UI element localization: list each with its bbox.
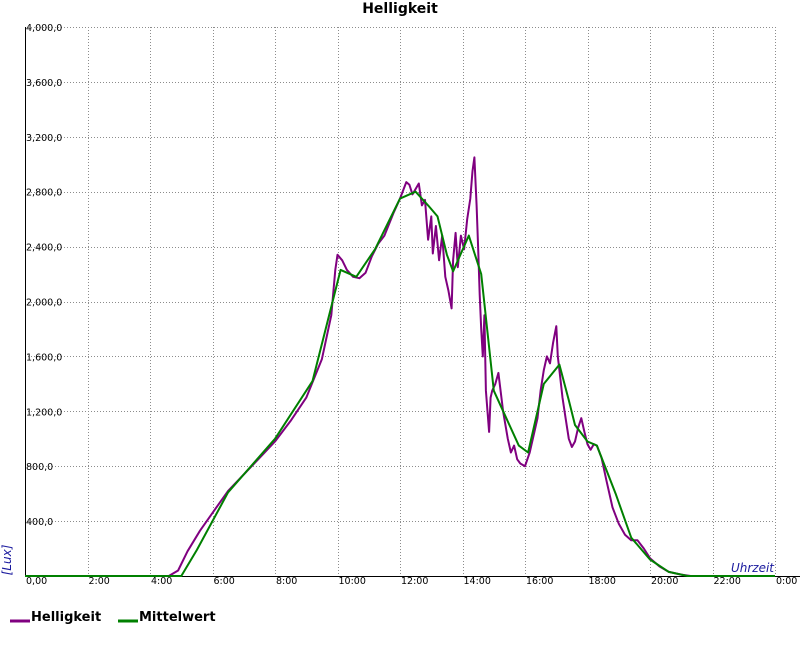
legend-label: Mittelwert [139,610,216,625]
y-tick-label: 800,0 [26,462,53,473]
legend: Helligkeit Mittelwert [10,610,216,625]
x-tick-label: 18:00 [589,576,616,587]
x-tick-label: 6:00 [214,576,235,587]
brightness-chart: Helligkeit 400,0 800,0 1,200,0 1,600,0 2,000… [0,1,800,625]
y-axis-label: [Lux] [0,544,14,575]
x-tick-label: 8:00 [276,576,297,587]
x-tick-labels: 0,00 2:00 4:00 6:00 8:00 10:00 12:00 14:00 16:00… [26,576,797,587]
x-tick-label: 10:00 [339,576,366,587]
y-tick-label: 2,400,0 [26,243,62,254]
x-tick-label: 14:00 [464,576,491,587]
x-axis-label: Uhrzeit [731,561,775,575]
chart-title: Helligkeit [362,1,438,17]
x-tick-label: 4:00 [151,576,172,587]
y-tick-label: 400,0 [26,517,53,528]
x-tick-label: 0,00 [26,576,47,587]
axes [25,27,800,577]
y-tick-label: 3,200,0 [26,133,62,144]
x-tick-label: 20:00 [651,576,678,587]
legend-item-helligkeit: Helligkeit [10,610,101,625]
x-tick-label: 0:00 [776,576,797,587]
y-tick-labels: 400,0 800,0 1,200,0 1,600,0 2,000,0 2,400,0 2,… [26,23,62,528]
legend-label: Helligkeit [31,610,101,625]
x-tick-label: 16:00 [526,576,553,587]
y-tick-label: 4,000,0 [26,23,62,34]
legend-item-mittelwert: Mittelwert [118,610,216,625]
y-tick-label: 3,600,0 [26,78,62,89]
x-tick-label: 2:00 [89,576,110,587]
y-tick-label: 1,200,0 [26,407,62,418]
y-tick-label: 2,000,0 [26,298,62,309]
x-tick-label: 22:00 [714,576,741,587]
y-tick-label: 1,600,0 [26,352,62,363]
x-tick-label: 12:00 [401,576,428,587]
y-tick-label: 2,800,0 [26,188,62,199]
gridlines [25,27,776,576]
